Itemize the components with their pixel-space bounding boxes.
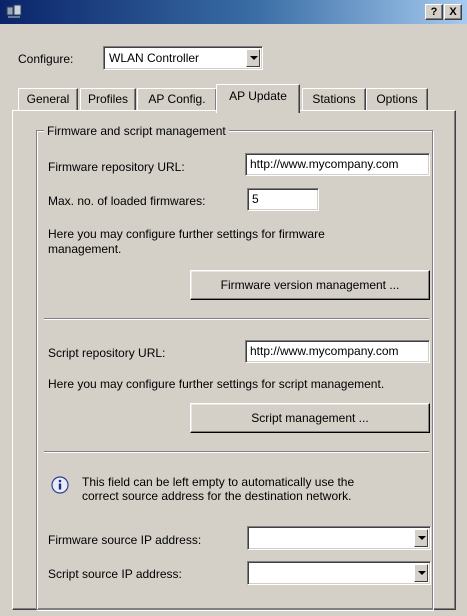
script-management-button[interactable]: Script management ... <box>190 403 430 433</box>
firmware-source-ip-select[interactable] <box>247 526 431 550</box>
firmware-version-management-button[interactable]: Firmware version management ... <box>190 270 430 300</box>
help-button[interactable]: ? <box>425 4 443 20</box>
script-hint: Here you may configure further settings … <box>48 377 385 391</box>
chevron-down-icon[interactable] <box>414 564 428 582</box>
firmware-repo-input[interactable]: http://www.mycompany.com <box>245 153 430 176</box>
tab-profiles[interactable]: Profiles <box>80 88 136 110</box>
firmware-repo-label: Firmware repository URL: <box>48 160 185 174</box>
firmware-source-ip-label: Firmware source IP address: <box>48 533 202 547</box>
script-source-ip-label: Script source IP address: <box>48 567 182 581</box>
chevron-down-icon[interactable] <box>414 529 428 547</box>
configure-select-value: WLAN Controller <box>109 51 200 65</box>
configure-label: Configure: <box>18 52 74 66</box>
max-firmwares-label: Max. no. of loaded firmwares: <box>48 194 206 208</box>
tab-ap-config[interactable]: AP Config. <box>137 88 217 110</box>
source-info-text: This field can be left empty to automati… <box>82 475 355 503</box>
script-repo-label: Script repository URL: <box>48 346 166 360</box>
script-source-ip-select[interactable] <box>247 561 431 585</box>
tab-options[interactable]: Options <box>366 88 428 110</box>
divider <box>44 451 429 453</box>
info-icon <box>51 476 69 494</box>
divider <box>44 318 429 320</box>
chevron-down-icon[interactable] <box>246 49 260 67</box>
firmware-hint: Here you may configure further settings … <box>48 227 325 256</box>
app-icon <box>6 4 22 18</box>
script-repo-input[interactable]: http://www.mycompany.com <box>245 340 430 363</box>
max-firmwares-input[interactable]: 5 <box>247 188 319 211</box>
tab-stations[interactable]: Stations <box>302 88 366 110</box>
tab-ap-update[interactable]: AP Update <box>216 84 300 113</box>
tab-general[interactable]: General <box>18 88 78 110</box>
title-bar: ? X <box>0 0 467 24</box>
close-button[interactable]: X <box>444 4 462 20</box>
configure-select[interactable]: WLAN Controller <box>103 46 263 70</box>
group-title: Firmware and script management <box>44 124 229 138</box>
